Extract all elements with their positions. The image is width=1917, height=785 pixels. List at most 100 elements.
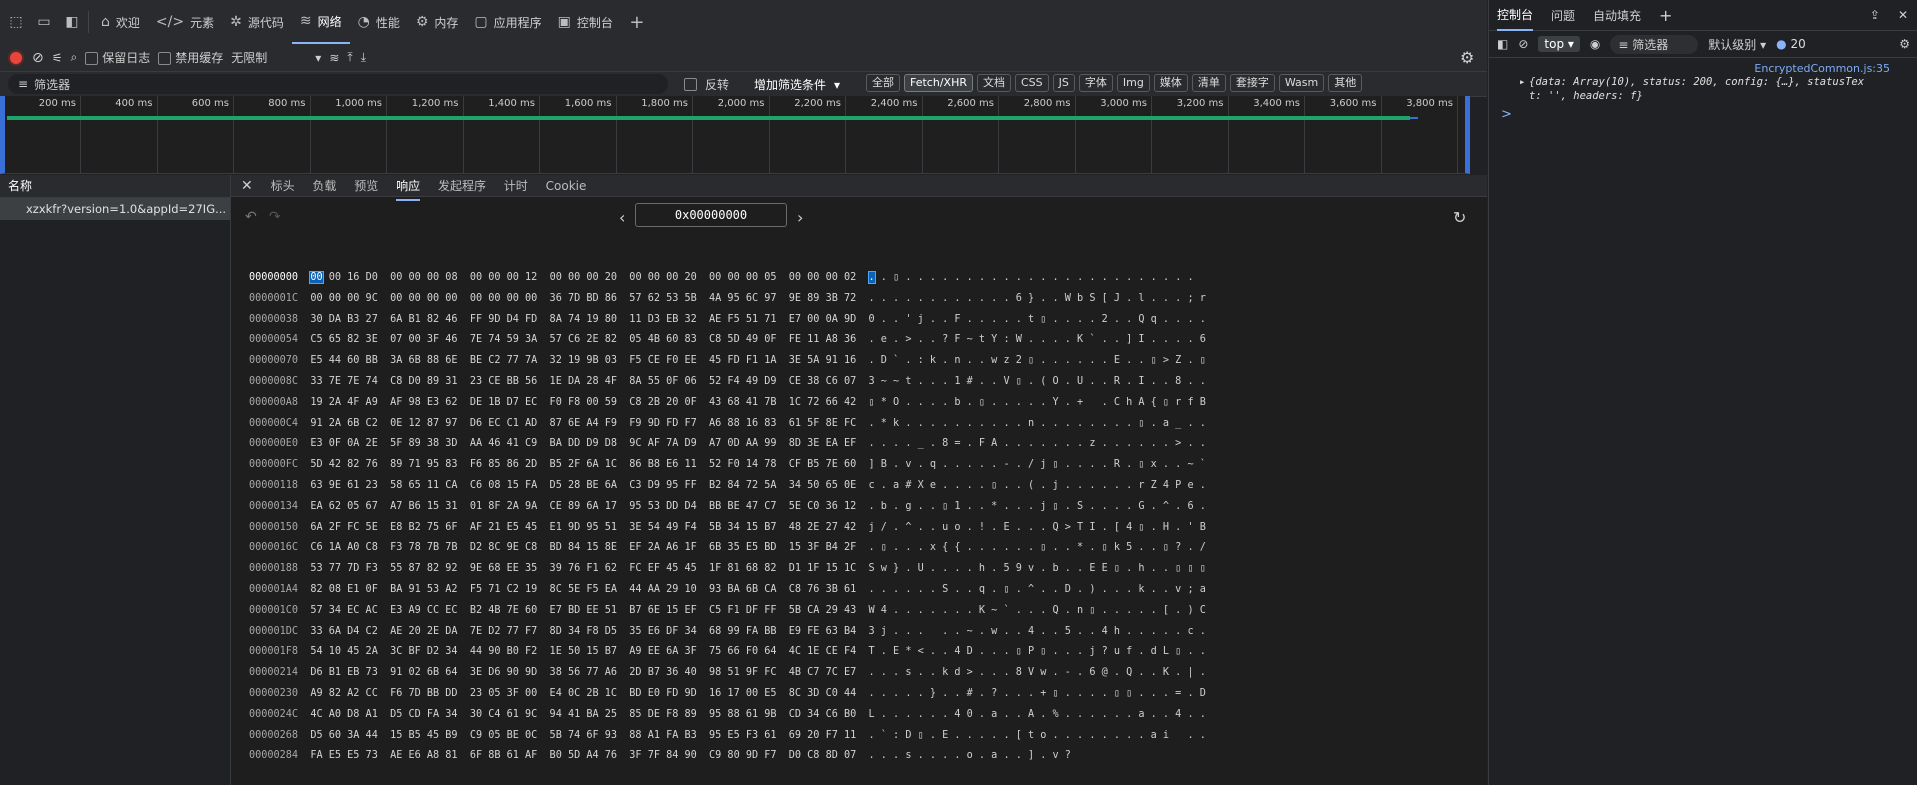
- hex-row[interactable]: 00000188 53 77 7D F3 55 87 82 92 9E 68 E…: [249, 563, 1206, 583]
- hex-bytes[interactable]: 5D 42 82 76 89 71 95 83 F6 85 86 2D B5 2…: [310, 459, 856, 470]
- clear-icon[interactable]: ⊘: [32, 50, 44, 66]
- chevron-down-icon[interactable]: ▾: [315, 51, 321, 65]
- tab-issues[interactable]: 问题: [1551, 7, 1575, 24]
- type-filter-button[interactable]: 文档: [976, 74, 1011, 92]
- hex-ascii[interactable]: c . a # X e . . . . ▯ . . ( . j . . . . …: [869, 480, 1206, 491]
- hex-row[interactable]: 00000118 63 9E 61 23 58 65 11 CA C6 08 1…: [249, 480, 1206, 500]
- hex-row[interactable]: 000001DC 33 6A D4 C2 AE 20 2E DA 7E D2 7…: [249, 626, 1206, 646]
- hex-ascii[interactable]: . . . . . } . . # . ? . . . + ▯ . . . . …: [869, 688, 1206, 699]
- network-conditions-icon[interactable]: ≋: [329, 51, 339, 65]
- record-button[interactable]: [8, 49, 24, 66]
- hex-ascii[interactable]: . . . s . . k d > . . . 8 V w . - . 6 @ …: [869, 667, 1206, 678]
- hex-ascii[interactable]: . b . g . . ▯ 1 . . * . . . j ▯ . S . . …: [869, 501, 1206, 512]
- hex-ascii[interactable]: 3 j . . . . . ~ . w . . 4 . . 5 . . 4 h …: [869, 626, 1206, 637]
- type-filter-button[interactable]: 全部: [866, 74, 900, 92]
- hex-bytes[interactable]: 00 00 00 9C 00 00 00 00 00 00 00 00 36 7…: [310, 293, 856, 304]
- hex-row[interactable]: 00000268 D5 60 3A 44 15 B5 45 B9 C9 05 B…: [249, 730, 1206, 750]
- close-icon[interactable]: ✕: [241, 178, 253, 194]
- sidebar-toggle-icon[interactable]: ◧: [1497, 37, 1508, 51]
- hex-bytes[interactable]: 6A 2F FC 5E E8 B2 75 6F AF 21 E5 45 E1 9…: [310, 522, 856, 533]
- undo-icon[interactable]: ↶: [245, 209, 257, 225]
- hex-ascii[interactable]: . . . . _ . 8 = . F A . . . . . . . z . …: [869, 438, 1206, 449]
- hex-row[interactable]: 000001A4 82 08 E1 0F BA 91 53 A2 F5 71 C…: [249, 584, 1206, 604]
- hex-ascii[interactable]: . . . s . . . . o . a . . ] . v ?: [869, 750, 1071, 761]
- hex-ascii[interactable]: W 4 . . . . . . . K ~ ` . . . Q . n ▯ . …: [869, 605, 1206, 616]
- hex-row[interactable]: 000001F8 54 10 45 2A 3C BF D2 34 44 90 B…: [249, 646, 1206, 666]
- eye-icon[interactable]: ◉: [1590, 37, 1600, 51]
- selected-byte[interactable]: 00: [309, 271, 324, 284]
- tab-response[interactable]: 响应: [396, 175, 421, 201]
- type-filter-button[interactable]: JS: [1052, 74, 1075, 92]
- hex-row[interactable]: 00000230 A9 82 A2 CC F6 7D BB DD 23 05 3…: [249, 688, 1206, 708]
- filter-input[interactable]: ≡ 筛选器: [8, 74, 668, 94]
- tab-payload[interactable]: 负载: [312, 175, 336, 197]
- hex-bytes[interactable]: 57 34 EC AC E3 A9 CC EC B2 4B 7E 60 E7 B…: [310, 605, 856, 616]
- tab-headers[interactable]: 标头: [271, 175, 295, 197]
- hex-bytes[interactable]: 91 2A 6B C2 0E 12 87 97 D6 EC C1 AD 87 6…: [310, 418, 856, 429]
- type-filter-button[interactable]: 清单: [1191, 74, 1226, 92]
- hex-ascii[interactable]: L . . . . . . 4 0 . a . . A . % . . . . …: [869, 709, 1206, 720]
- tab-console-drawer[interactable]: 控制台: [1497, 0, 1534, 31]
- hex-bytes[interactable]: 63 9E 61 23 58 65 11 CA C6 08 15 FA D5 2…: [310, 480, 856, 491]
- hex-row[interactable]: 00000214 D6 B1 EB 73 91 02 6B 64 3E D6 9…: [249, 667, 1206, 687]
- hex-bytes[interactable]: C6 1A A0 C8 F3 78 7B 7B D2 8C 9E C8 BD 8…: [310, 542, 856, 553]
- hex-ascii[interactable]: S w } . U . . . . h . 5 9 v . b . . E E …: [869, 563, 1206, 574]
- tab-initiator[interactable]: 发起程序: [438, 175, 486, 197]
- issues-badge[interactable]: ● 20: [1776, 37, 1806, 51]
- add-tab-icon[interactable]: +: [1659, 6, 1672, 25]
- hex-bytes[interactable]: 19 2A 4F A9 AF 98 E3 62 DE 1B D7 EC F0 F…: [310, 397, 856, 408]
- expand-triangle-icon[interactable]: ▸: [1519, 75, 1525, 89]
- console-log-entry[interactable]: ▸ {data: Array(10), status: 200, config:…: [1489, 75, 1917, 103]
- tab-memory[interactable]: ⚙ 内存: [408, 0, 467, 44]
- hex-row[interactable]: 00000070 E5 44 60 BB 3A 6B 88 6E BE C2 7…: [249, 355, 1206, 375]
- tab-welcome[interactable]: ⌂ 欢迎: [93, 0, 148, 44]
- filter-settings-icon[interactable]: ⚟: [52, 51, 63, 65]
- hex-bytes[interactable]: EA 62 05 67 A7 B6 15 31 01 8F 2A 9A CE 8…: [310, 501, 856, 512]
- hex-row[interactable]: 000000E0 E3 0F 0A 2E 5F 89 38 3D AA 46 4…: [249, 438, 1206, 458]
- hex-row[interactable]: 00000000 00 00 16 D0 00 00 00 08 00 00 0…: [249, 271, 1194, 292]
- hex-row[interactable]: 00000038 30 DA B3 27 6A B1 82 46 FF 9D D…: [249, 314, 1206, 334]
- tab-application[interactable]: ▢ 应用程序: [466, 0, 549, 44]
- hex-bytes[interactable]: 33 6A D4 C2 AE 20 2E DA 7E D2 77 F7 8D 3…: [310, 626, 856, 637]
- search-icon[interactable]: ⌕: [71, 50, 78, 65]
- tab-timing[interactable]: 计时: [504, 175, 528, 197]
- hex-row[interactable]: 0000024C 4C A0 D8 A1 D5 CD FA 34 30 C4 6…: [249, 709, 1206, 729]
- clear-console-icon[interactable]: ⊘: [1518, 37, 1528, 51]
- name-column-header[interactable]: 名称: [0, 175, 230, 198]
- hex-bytes[interactable]: E5 44 60 BB 3A 6B 88 6E BE C2 77 7A 32 1…: [310, 355, 856, 366]
- hex-bytes[interactable]: 33 7E 7E 74 C8 D0 89 31 23 CE BB 56 1E D…: [310, 376, 856, 387]
- tab-preview[interactable]: 预览: [354, 175, 378, 197]
- type-filter-button[interactable]: Fetch/XHR: [904, 74, 973, 92]
- inspect-element-icon[interactable]: ⬚: [4, 10, 28, 34]
- hex-ascii[interactable]: . ` : D ▯ . E . . . . . [ t o . . . . . …: [869, 730, 1206, 741]
- hex-row[interactable]: 0000008C 33 7E 7E 74 C8 D0 89 31 23 CE B…: [249, 376, 1206, 396]
- hex-bytes[interactable]: 4C A0 D8 A1 D5 CD FA 34 30 C4 61 9C 94 4…: [310, 709, 856, 720]
- hex-row[interactable]: 000001C0 57 34 EC AC E3 A9 CC EC B2 4B 7…: [249, 605, 1206, 625]
- hex-ascii[interactable]: j / . ^ . . u o . ! . E . . . Q > T I . …: [869, 522, 1206, 533]
- download-icon[interactable]: ⤓: [361, 50, 366, 65]
- context-select[interactable]: top ▾: [1538, 36, 1580, 52]
- hex-bytes[interactable]: D5 60 3A 44 15 B5 45 B9 C9 05 BE 0C 5B 7…: [310, 730, 856, 741]
- refresh-icon[interactable]: ↻: [1453, 208, 1466, 227]
- console-prompt[interactable]: >: [1489, 103, 1917, 122]
- hex-ascii[interactable]: T . E * < . . 4 D . . . ▯ P ▯ . . . j ? …: [869, 646, 1206, 657]
- type-filter-button[interactable]: Img: [1116, 74, 1150, 92]
- redo-icon[interactable]: ↷: [269, 209, 281, 225]
- type-filter-button[interactable]: 套接字: [1229, 74, 1275, 92]
- hex-row[interactable]: 00000284 FA E5 E5 73 AE E6 A8 81 6F 8B 6…: [249, 750, 1071, 770]
- hex-ascii[interactable]: 0 . . ' j . . F . . . . . t ▯ . . . . 2 …: [869, 314, 1206, 325]
- hex-bytes[interactable]: 54 10 45 2A 3C BF D2 34 44 90 B0 F2 1E 5…: [310, 646, 856, 657]
- device-toolbar-icon[interactable]: ▭: [32, 10, 56, 34]
- hex-row[interactable]: 00000150 6A 2F FC 5E E8 B2 75 6F AF 21 E…: [249, 522, 1206, 542]
- hex-ascii[interactable]: . . ▯ . . . . . . . . . . . . . . . . . …: [867, 271, 1194, 284]
- disable-cache-checkbox[interactable]: 禁用缓存: [158, 49, 223, 66]
- previous-icon[interactable]: ‹: [619, 208, 625, 227]
- hex-ascii[interactable]: ] B . v . q . . . . . - . / j ▯ . . . . …: [869, 459, 1206, 470]
- hex-bytes[interactable]: 53 77 7D F3 55 87 82 92 9E 68 EE 35 39 7…: [310, 563, 856, 574]
- throttling-select[interactable]: 无限制: [231, 49, 267, 66]
- tab-console[interactable]: ▣ 控制台: [550, 0, 621, 44]
- type-filter-button[interactable]: Wasm: [1278, 74, 1325, 92]
- hex-bytes[interactable]: 82 08 E1 0F BA 91 53 A2 F5 71 C2 19 8C 5…: [310, 584, 856, 595]
- next-icon[interactable]: ›: [797, 208, 803, 227]
- network-timeline[interactable]: 200 ms 400 ms 600 ms 800 ms 1,000 ms 1,200 ms…: [0, 96, 1470, 174]
